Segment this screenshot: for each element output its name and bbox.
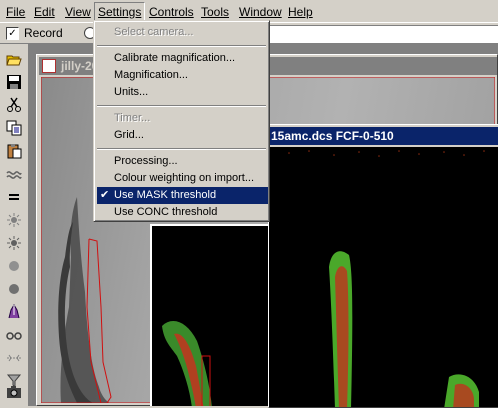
menu-separator <box>97 105 266 107</box>
wave-icon[interactable] <box>3 163 25 185</box>
menu-item-processing[interactable]: Processing... <box>97 153 268 170</box>
menu-item-select-camera[interactable]: Select camera... <box>97 24 268 41</box>
paste-icon[interactable] <box>3 140 25 162</box>
glasses-icon[interactable] <box>3 324 25 346</box>
menu-separator <box>97 148 266 150</box>
circle-icon[interactable] <box>3 255 25 277</box>
open-icon[interactable] <box>3 48 25 70</box>
camera-icon[interactable] <box>3 381 25 403</box>
threshold-image[interactable] <box>269 147 498 407</box>
image-window-front[interactable]: 15amc.dcs FCF-0-510 <box>268 124 498 408</box>
image-icon <box>42 59 56 73</box>
mask-image-panel[interactable] <box>150 224 270 406</box>
menu-edit[interactable]: Edit <box>31 4 58 20</box>
menu-item-use-conc-threshold[interactable]: Use CONC threshold <box>97 204 268 221</box>
pen-icon[interactable] <box>3 301 25 323</box>
copy-icon[interactable] <box>3 117 25 139</box>
settings-dropdown-menu: Select camera... Calibrate magnification… <box>93 20 270 222</box>
menu-settings[interactable]: Settings <box>94 2 146 22</box>
menu-item-colour-weighting[interactable]: Colour weighting on import... <box>97 170 268 187</box>
circle-icon[interactable] <box>3 278 25 300</box>
menu-item-use-mask-threshold[interactable]: ✔ Use MASK threshold <box>97 187 268 204</box>
menu-item-units[interactable]: Units... <box>97 84 268 101</box>
record-checkbox[interactable]: ✓ <box>6 27 19 40</box>
left-toolbar <box>0 44 29 406</box>
chain-icon[interactable] <box>3 347 25 369</box>
menu-separator <box>97 45 266 47</box>
cut-icon[interactable] <box>3 94 25 116</box>
front-window-titlebar[interactable]: 15amc.dcs FCF-0-510 <box>269 127 498 145</box>
menu-item-calibrate-magnification[interactable]: Calibrate magnification... <box>97 50 268 67</box>
check-icon: ✔ <box>100 189 110 201</box>
menu-item-grid[interactable]: Grid... <box>97 127 268 144</box>
menubar: File Edit View Settings Controls Tools W… <box>0 0 498 22</box>
contrast-icon[interactable] <box>3 232 25 254</box>
menu-item-timer[interactable]: Timer... <box>97 110 268 127</box>
menu-item-magnification[interactable]: Magnification... <box>97 67 268 84</box>
menu-file[interactable]: File <box>3 4 28 20</box>
menu-tools[interactable]: Tools <box>198 4 232 20</box>
menu-help[interactable]: Help <box>285 4 316 20</box>
toolbar-combo[interactable] <box>268 25 498 43</box>
menu-controls[interactable]: Controls <box>146 4 197 20</box>
brightness-icon[interactable] <box>3 209 25 231</box>
record-label: Record <box>24 26 63 40</box>
save-icon[interactable] <box>3 71 25 93</box>
equals-icon[interactable] <box>3 186 25 208</box>
menu-view[interactable]: View <box>62 4 94 20</box>
front-window-title: 15amc.dcs FCF-0-510 <box>271 129 394 143</box>
menu-window[interactable]: Window <box>236 4 285 20</box>
